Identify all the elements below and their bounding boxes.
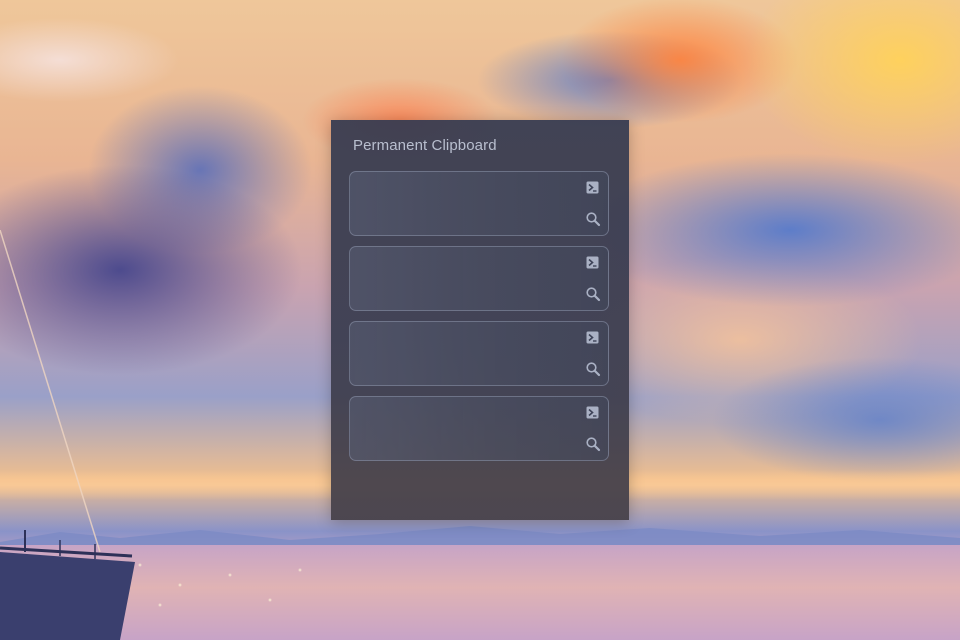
clipboard-slot-content	[360, 255, 568, 302]
clipboard-slot-content	[360, 180, 568, 227]
clipboard-slot-2[interactable]	[349, 246, 609, 311]
terminal-icon[interactable]	[586, 331, 599, 344]
clipboard-slot-3[interactable]	[349, 321, 609, 386]
terminal-icon[interactable]	[586, 256, 599, 269]
magnifier-icon[interactable]	[585, 286, 601, 302]
clipboard-slot-content	[360, 330, 568, 377]
clipboard-slot-1[interactable]	[349, 171, 609, 236]
magnifier-icon[interactable]	[585, 211, 601, 227]
clipboard-panel: Permanent Clipboard	[331, 120, 629, 520]
clipboard-slot-4[interactable]	[349, 396, 609, 461]
terminal-icon[interactable]	[586, 181, 599, 194]
panel-title: Permanent Clipboard	[353, 137, 497, 154]
magnifier-icon[interactable]	[585, 361, 601, 377]
desktop-wallpaper: Permanent Clipboard	[0, 0, 960, 640]
magnifier-icon[interactable]	[585, 436, 601, 452]
wallpaper-sea-sparkles	[120, 555, 320, 615]
terminal-icon[interactable]	[586, 406, 599, 419]
clipboard-slot-content	[360, 405, 568, 452]
wallpaper-boat	[0, 230, 135, 640]
